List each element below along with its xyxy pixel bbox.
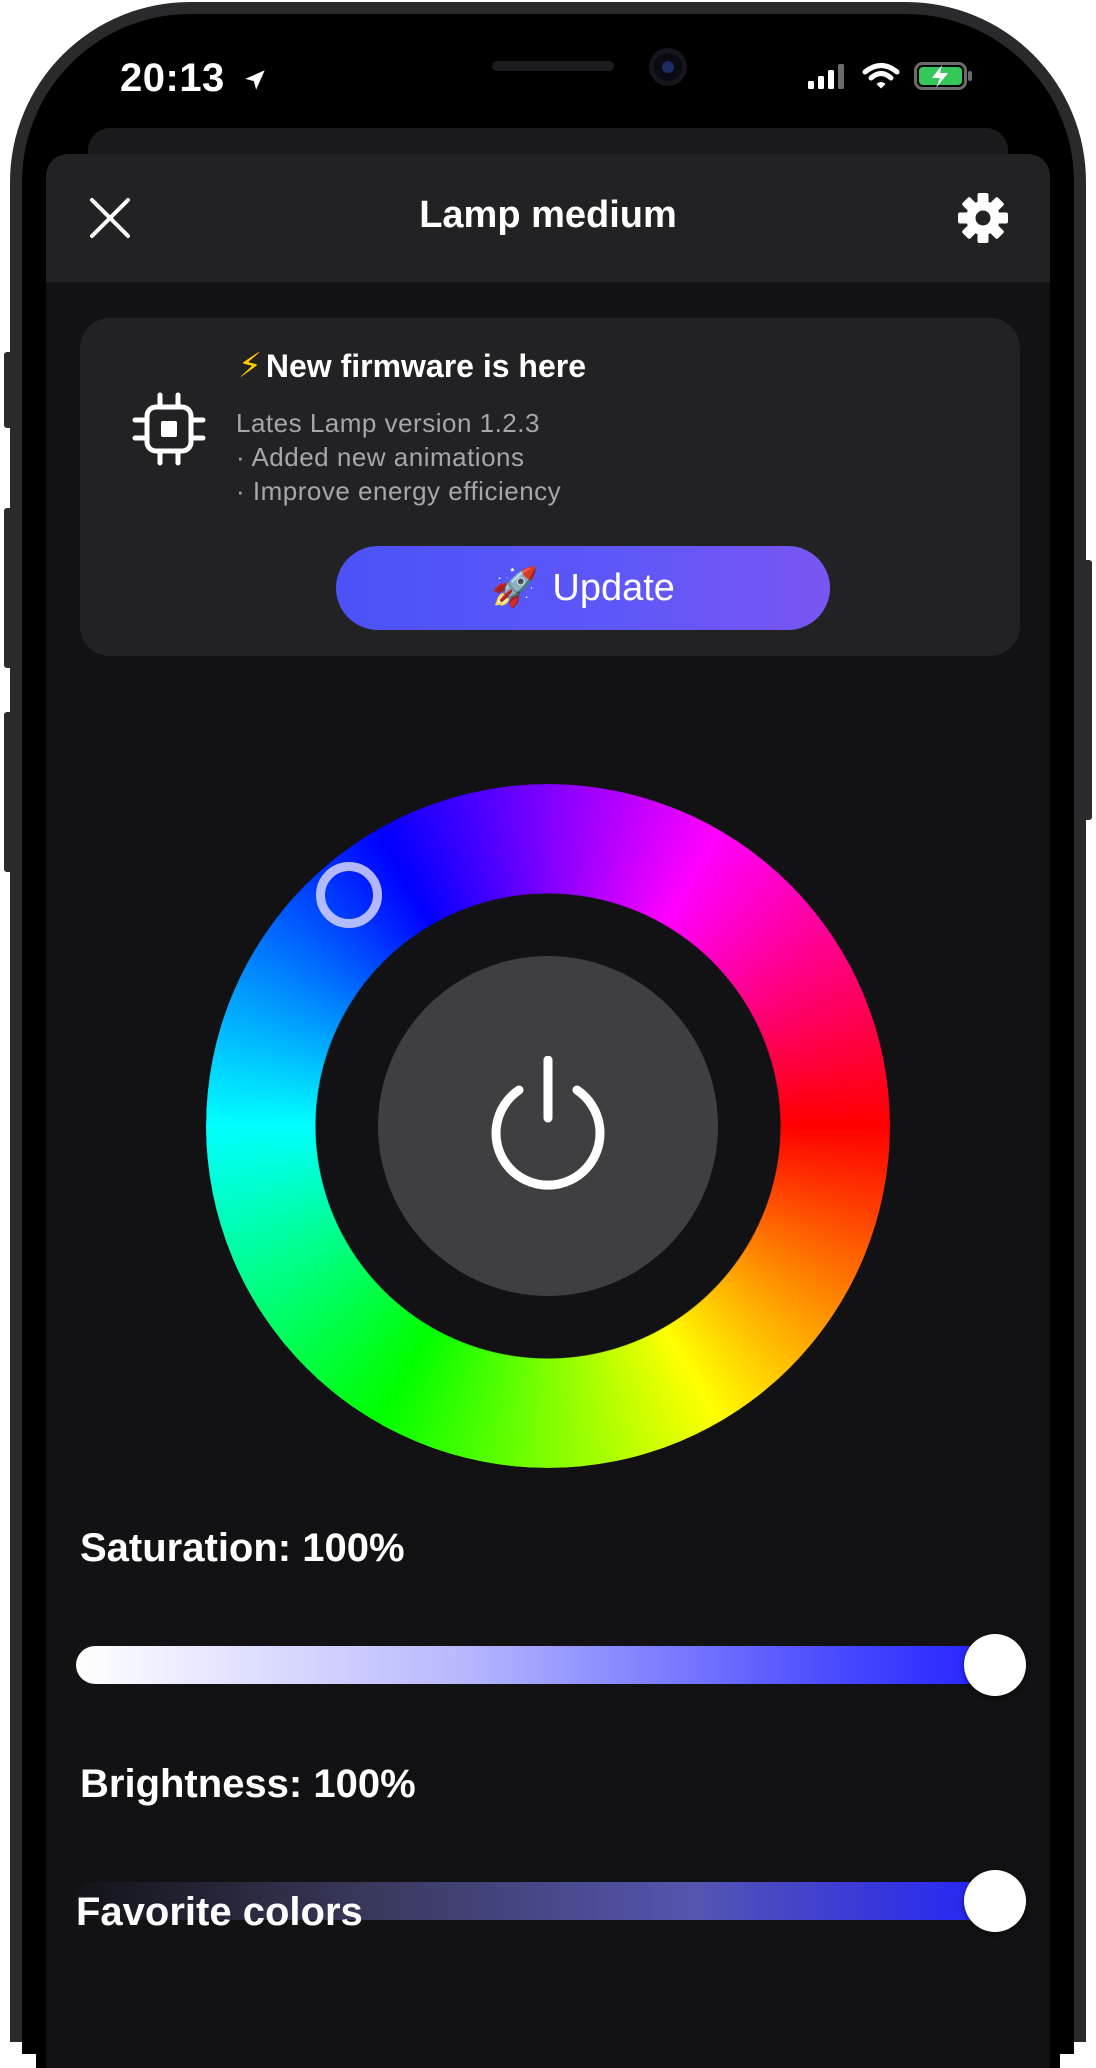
lamp-sheet: Lamp medium ⚡ New firmware is here Lates…: [46, 154, 1050, 2068]
status-time: 20:13: [120, 56, 268, 103]
nav-bar: Lamp medium: [46, 154, 1050, 282]
status-time-text: 20:13: [120, 56, 225, 100]
update-button-label: Update: [552, 566, 675, 609]
rocket-icon: 🚀: [491, 567, 539, 609]
saturation-label: Saturation: 100%: [80, 1526, 405, 1570]
firmware-notes: Lates Lamp version 1.2.3 · Added new ani…: [236, 406, 561, 508]
update-button[interactable]: 🚀 Update: [336, 546, 830, 630]
saturation-slider[interactable]: [76, 1646, 1026, 1684]
front-camera: [649, 48, 687, 86]
firmware-version-line: Lates Lamp version 1.2.3: [236, 408, 540, 438]
hue-selector-handle[interactable]: [316, 862, 382, 928]
power-button[interactable]: [378, 956, 718, 1296]
status-icons: [808, 62, 974, 95]
firmware-title-text: New firmware is here: [265, 348, 587, 384]
location-arrow-icon: [242, 58, 268, 103]
volume-up-button: [4, 508, 12, 668]
saturation-slider-thumb[interactable]: [964, 1634, 1026, 1696]
earpiece-speaker: [492, 61, 614, 71]
firmware-change-line: · Added new animations: [236, 442, 525, 472]
silent-switch: [4, 352, 12, 428]
color-wheel[interactable]: [206, 784, 890, 1468]
firmware-card: ⚡ New firmware is here Lates Lamp version…: [80, 318, 1020, 656]
cellular-signal-icon: [808, 63, 848, 94]
chip-icon: [132, 392, 206, 466]
page-title: Lamp medium: [419, 194, 677, 236]
side-button: [1084, 560, 1092, 820]
battery-charging-icon: [914, 62, 974, 95]
settings-button[interactable]: [956, 191, 1010, 245]
firmware-title: ⚡ New firmware is here: [238, 346, 586, 386]
brightness-slider-thumb[interactable]: [964, 1870, 1026, 1932]
lightning-icon: ⚡: [238, 347, 262, 385]
favorite-colors-heading: Favorite colors: [76, 1890, 363, 1934]
wifi-icon: [862, 62, 900, 95]
firmware-change-line: · Improve energy efficiency: [236, 476, 562, 506]
power-icon: [491, 1056, 605, 1190]
brightness-label: Brightness: 100%: [80, 1762, 416, 1806]
phone-screen: 20:13 Lamp medium ⚡ New firmware is here…: [36, 28, 1060, 2068]
volume-down-button: [4, 712, 12, 872]
gear-icon: [958, 193, 1008, 243]
